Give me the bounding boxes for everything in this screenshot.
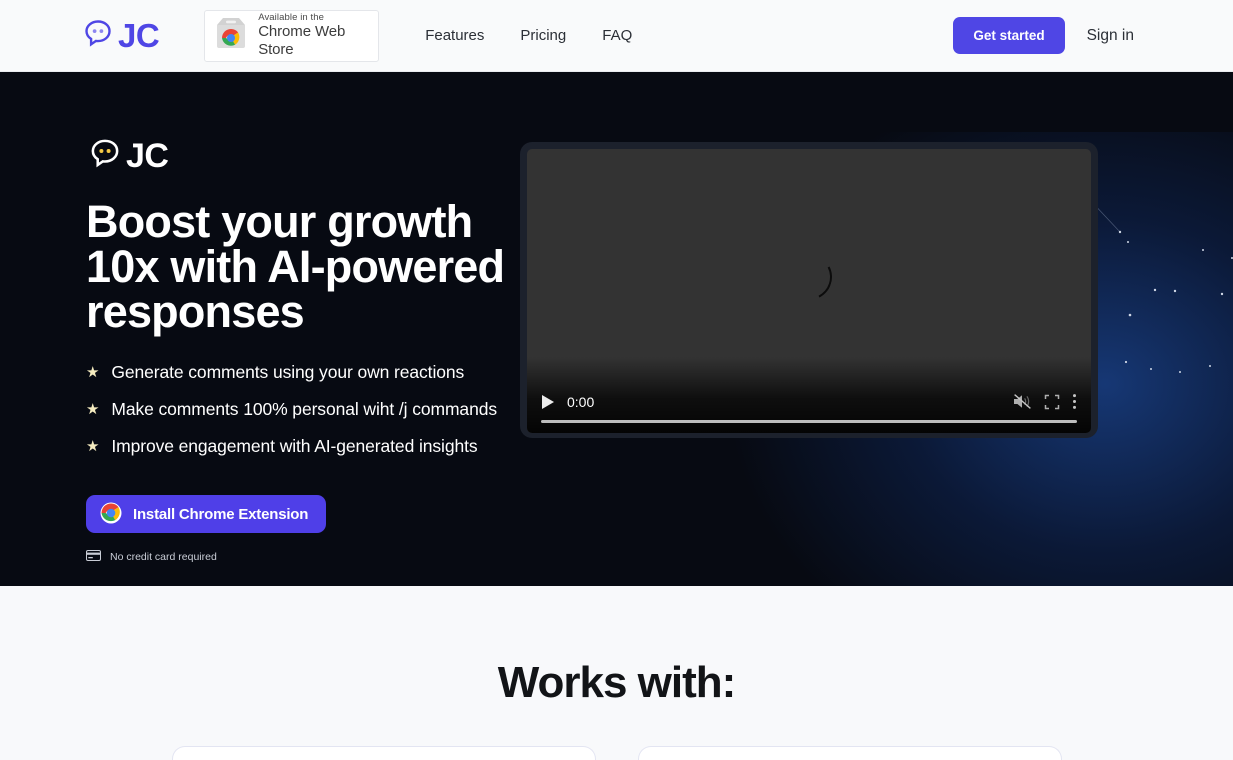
install-chrome-extension-button[interactable]: Install Chrome Extension — [86, 495, 326, 533]
list-item: ★ Make comments 100% personal wiht /j co… — [86, 399, 520, 420]
star-icon: ★ — [86, 365, 99, 380]
star-icon: ★ — [86, 402, 99, 417]
video-screen[interactable]: 0:00 — [527, 149, 1091, 433]
fullscreen-icon — [1044, 394, 1060, 410]
speech-bubble-icon — [86, 134, 124, 177]
hero-content: JC Boost your growth 10x with AI-powered… — [0, 72, 520, 586]
hero-logo-text: JC — [126, 139, 168, 173]
hero-bullet-label: Generate comments using your own reactio… — [111, 362, 464, 383]
hero-bullet-label: Improve engagement with AI-generated ins… — [111, 436, 477, 457]
nav-item-pricing[interactable]: Pricing — [520, 27, 566, 44]
no-credit-card-label: No credit card required — [110, 551, 217, 563]
hero-title: Boost your growth 10x with AI-powered re… — [86, 199, 520, 334]
hero-feature-list: ★ Generate comments using your own react… — [86, 362, 520, 457]
partner-card-1[interactable] — [172, 746, 596, 760]
header-logo-text: JC — [118, 19, 159, 52]
get-started-button[interactable]: Get started — [953, 17, 1064, 54]
video-player[interactable]: 0:00 — [520, 142, 1098, 438]
hero-media: 0:00 — [520, 72, 1233, 586]
list-item: ★ Improve engagement with AI-generated i… — [86, 436, 520, 457]
chrome-web-store-badge[interactable]: Available in the Chrome Web Store — [204, 10, 379, 62]
star-icon: ★ — [86, 439, 99, 454]
hero-logo: JC — [86, 134, 520, 177]
install-button-label: Install Chrome Extension — [133, 506, 308, 523]
hero-section: JC Boost your growth 10x with AI-powered… — [0, 72, 1233, 586]
video-controls: 0:00 — [527, 357, 1091, 433]
nav-item-faq[interactable]: FAQ — [602, 27, 632, 44]
fullscreen-button[interactable] — [1044, 394, 1060, 410]
volume-muted-icon — [1013, 393, 1032, 410]
header-actions: Get started Sign in — [953, 17, 1134, 54]
chrome-logo-icon — [100, 502, 122, 527]
hero-bullet-label: Make comments 100% personal wiht /j comm… — [111, 399, 497, 420]
header-logo[interactable]: JC — [80, 15, 159, 56]
works-with-cards — [0, 746, 1233, 760]
site-header: JC Available in the Chrome Web Store Fea… — [0, 0, 1233, 72]
partner-card-2[interactable] — [638, 746, 1062, 760]
play-button[interactable] — [541, 394, 555, 410]
chrome-web-store-line2: Chrome Web Store — [258, 23, 370, 59]
chrome-web-store-line1: Available in the — [258, 12, 370, 24]
no-credit-card-note: No credit card required — [86, 550, 520, 564]
speech-bubble-icon — [80, 15, 116, 56]
nav-item-features[interactable]: Features — [425, 27, 484, 44]
mute-button[interactable] — [1013, 393, 1032, 410]
credit-card-icon — [86, 550, 101, 564]
works-with-title: Works with: — [0, 586, 1233, 708]
kebab-menu-icon — [1072, 393, 1077, 410]
video-current-time: 0:00 — [567, 394, 594, 410]
chrome-web-store-icon — [213, 16, 249, 55]
list-item: ★ Generate comments using your own react… — [86, 362, 520, 383]
play-icon — [541, 394, 555, 410]
main-nav: Features Pricing FAQ — [425, 27, 632, 44]
loading-spinner-icon — [780, 248, 838, 306]
works-with-section: Works with: — [0, 586, 1233, 760]
video-progress-bar[interactable] — [541, 420, 1077, 423]
sign-in-link[interactable]: Sign in — [1087, 27, 1134, 45]
more-options-button[interactable] — [1072, 393, 1077, 410]
